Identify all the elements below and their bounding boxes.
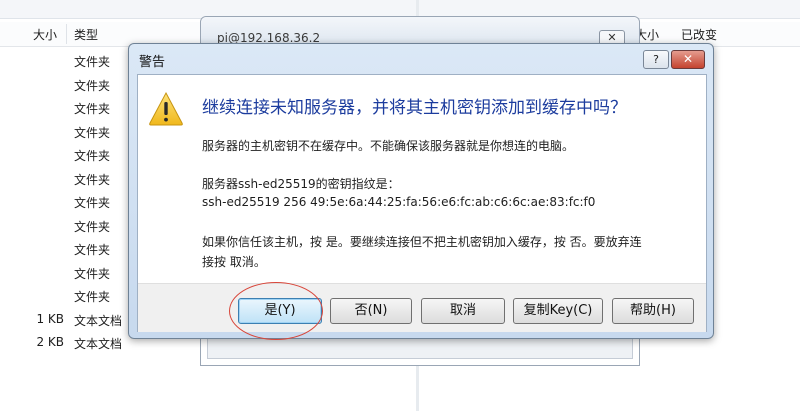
cancel-button[interactable]: 取消 bbox=[421, 298, 505, 324]
no-button[interactable]: 否(N) bbox=[330, 298, 412, 324]
dialog-title: 警告 bbox=[139, 55, 166, 70]
dialog-content: 继续连接未知服务器，并将其主机密钥添加到缓存中吗？ 服务器的主机密钥不在缓存中。… bbox=[137, 74, 707, 332]
help-button[interactable]: 帮助(H) bbox=[612, 298, 694, 324]
annotation-ring bbox=[229, 282, 323, 340]
message-text: 服务器ssh-ed25519的密钥指纹是： bbox=[202, 177, 400, 191]
file-size: 1 KB bbox=[36, 311, 64, 326]
file-type: 文件夹 bbox=[74, 196, 111, 210]
file-type: 文件夹 bbox=[74, 219, 111, 234]
file-type: 文件夹 bbox=[74, 78, 111, 93]
column-header-modified[interactable]: 已改变 bbox=[681, 26, 717, 43]
file-type: 文件夹 bbox=[74, 149, 111, 163]
message-text: 如果你信任该主机，按 是。要继续连接但不把主机密钥加入缓存，按 否。要放弃连 bbox=[202, 235, 642, 249]
key-fingerprint: ssh-ed25519 256 49:5e:6a:44:25:fa:56:e6:… bbox=[202, 195, 596, 209]
warning-triangle-icon bbox=[149, 91, 183, 126]
help-icon[interactable]: ? bbox=[643, 50, 669, 69]
message-text: 接按 取消。 bbox=[202, 255, 266, 269]
file-type: 文件夹 bbox=[74, 243, 111, 257]
column-separator[interactable] bbox=[66, 24, 67, 44]
column-header-size[interactable]: 大小 bbox=[33, 26, 57, 43]
dialog-titlebar[interactable]: 警告 ? ✕ bbox=[129, 44, 713, 74]
file-type: 文件夹 bbox=[74, 290, 111, 304]
column-header-type[interactable]: 类型 bbox=[74, 26, 98, 43]
file-type: 文件夹 bbox=[74, 266, 111, 281]
file-type: 文件夹 bbox=[74, 125, 111, 140]
file-size: 2 KB bbox=[36, 335, 64, 349]
message-text: 服务器的主机密钥不在缓存中。不能确保该服务器就是你想连的电脑。 bbox=[202, 139, 575, 153]
warning-dialog: 警告 ? ✕ 继续连接未知服务器，并将其主机密钥添加到缓存中吗？ 服务器的主机密… bbox=[128, 43, 714, 339]
file-type: 文本文档 bbox=[74, 337, 123, 351]
file-type: 文件夹 bbox=[74, 102, 111, 116]
copy-key-button[interactable]: 复制Key(C) bbox=[513, 298, 603, 324]
close-icon[interactable]: ✕ bbox=[671, 50, 705, 69]
file-type: 文本文档 bbox=[74, 313, 123, 328]
dialog-button-bar: 是(Y) 否(N) 取消 复制Key(C) 帮助(H) bbox=[138, 283, 706, 332]
file-type: 文件夹 bbox=[74, 172, 111, 187]
file-type: 文件夹 bbox=[74, 55, 111, 69]
dialog-heading: 继续连接未知服务器，并将其主机密钥添加到缓存中吗？ bbox=[202, 98, 627, 118]
